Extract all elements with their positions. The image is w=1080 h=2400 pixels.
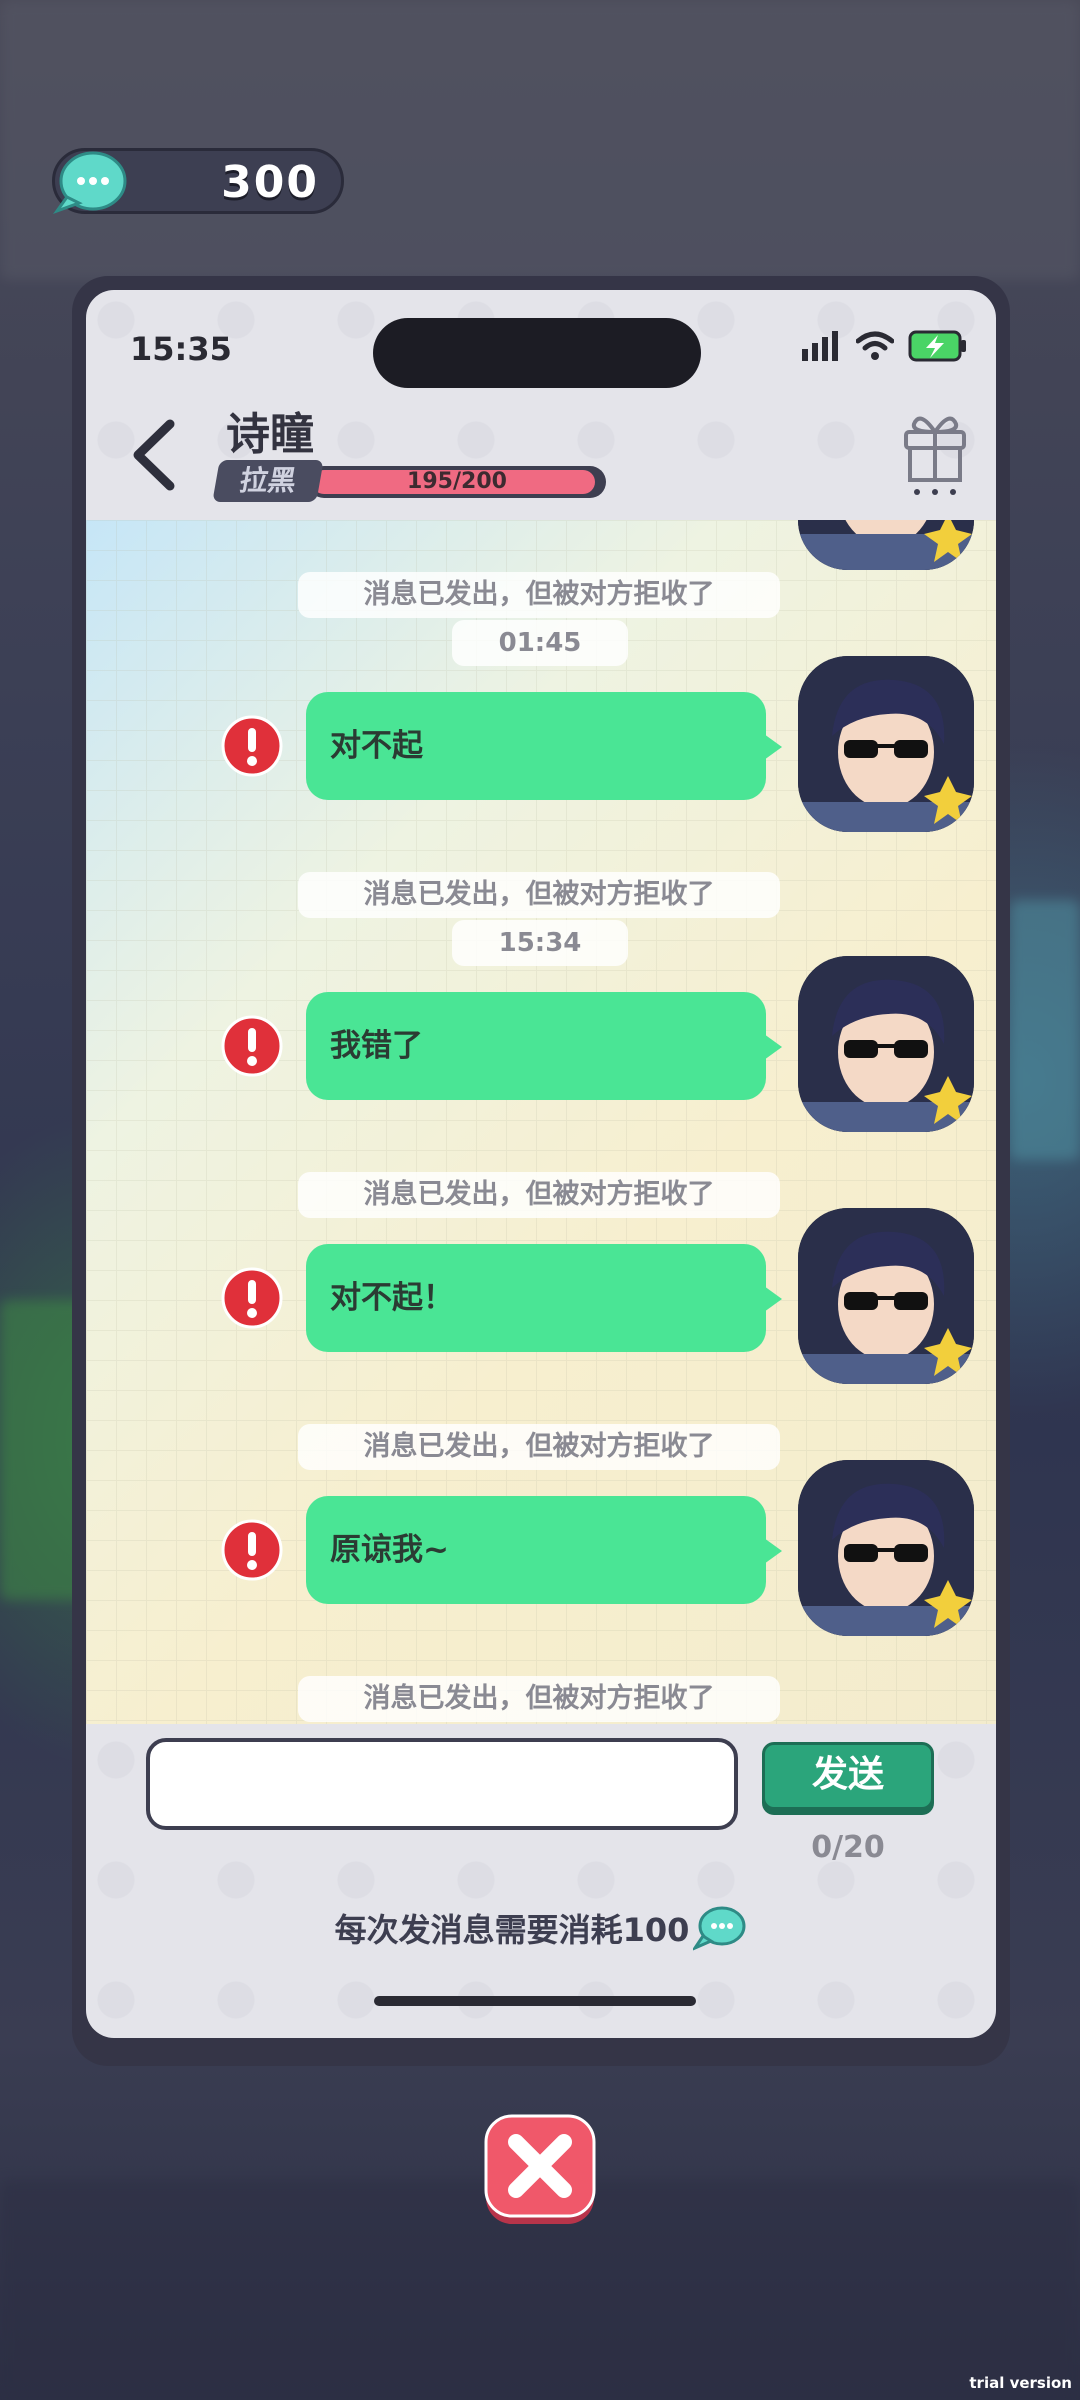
status-time: 15:35: [130, 330, 232, 368]
contact-name: 诗瞳: [226, 409, 314, 460]
avatar-portrait-icon: [798, 520, 974, 570]
alert-icon[interactable]: [220, 714, 284, 778]
system-message: 消息已发出，但被对方拒收了: [298, 1172, 780, 1218]
message-input[interactable]: [146, 1738, 738, 1830]
wifi-icon: [856, 331, 894, 360]
cost-note-text: 每次发消息需要消耗100: [334, 1911, 690, 1949]
avatar-portrait-icon: [798, 1460, 974, 1636]
system-message: 消息已发出，但被对方拒收了: [298, 1676, 780, 1722]
battery-charging-icon: [908, 330, 966, 362]
cost-note: 每次发消息需要消耗100: [86, 1904, 996, 1952]
close-x-icon[interactable]: [482, 2112, 598, 2228]
avatar: [798, 656, 974, 832]
background-shape: [1010, 900, 1080, 1160]
back-button[interactable]: [114, 410, 194, 500]
send-button[interactable]: 发送: [762, 1742, 934, 1810]
avatar-portrait-icon: [798, 1208, 974, 1384]
phone-frame: 15:35 诗瞳 195/200 拉黑 消息已发出，但被对方拒收了 01:45 …: [72, 276, 1010, 2066]
system-message: 消息已发出，但被对方拒收了: [298, 1424, 780, 1470]
avatar: [798, 956, 974, 1132]
chat-bubble-icon: [53, 151, 127, 215]
chat-area[interactable]: 消息已发出，但被对方拒收了 01:45 对不起 消息已发出，但被对方拒收了 15…: [86, 520, 996, 1724]
avatar: [798, 1460, 974, 1636]
favor-bar: 195/200: [308, 466, 606, 498]
chat-bubble[interactable]: 我错了: [306, 992, 782, 1100]
block-button[interactable]: 拉黑: [212, 460, 324, 502]
signal-icon: [802, 331, 838, 361]
phone-notch: [373, 318, 701, 388]
avatar-portrait-icon: [798, 656, 974, 832]
alert-icon[interactable]: [220, 1266, 284, 1330]
system-message: 消息已发出，但被对方拒收了: [298, 572, 780, 618]
gift-icon[interactable]: [900, 406, 970, 496]
chat-bubble-icon: [693, 1906, 746, 1951]
avatar-portrait-icon: [798, 956, 974, 1132]
chat-bubble[interactable]: 对不起: [306, 692, 782, 800]
alert-icon[interactable]: [220, 1518, 284, 1582]
status-icons: [802, 330, 968, 362]
currency-pill: 300: [52, 148, 344, 215]
phone-screen: 15:35 诗瞳 195/200 拉黑 消息已发出，但被对方拒收了 01:45 …: [86, 290, 996, 2038]
background-shape: [0, 0, 1080, 280]
home-indicator: [374, 1996, 696, 2006]
timestamp: 15:34: [452, 920, 628, 966]
system-message: 消息已发出，但被对方拒收了: [298, 872, 780, 918]
watermark: trial version: [969, 2374, 1072, 2392]
avatar: [798, 520, 974, 570]
timestamp: 01:45: [452, 620, 628, 666]
avatar: [798, 1208, 974, 1384]
alert-icon[interactable]: [220, 1014, 284, 1078]
favor-text: 195/200: [407, 469, 507, 494]
chat-bubble[interactable]: 对不起！: [306, 1244, 782, 1352]
chat-bubble[interactable]: 原谅我~: [306, 1496, 782, 1604]
char-count: 0/20: [811, 1830, 885, 1865]
currency-value: 300: [221, 157, 319, 208]
